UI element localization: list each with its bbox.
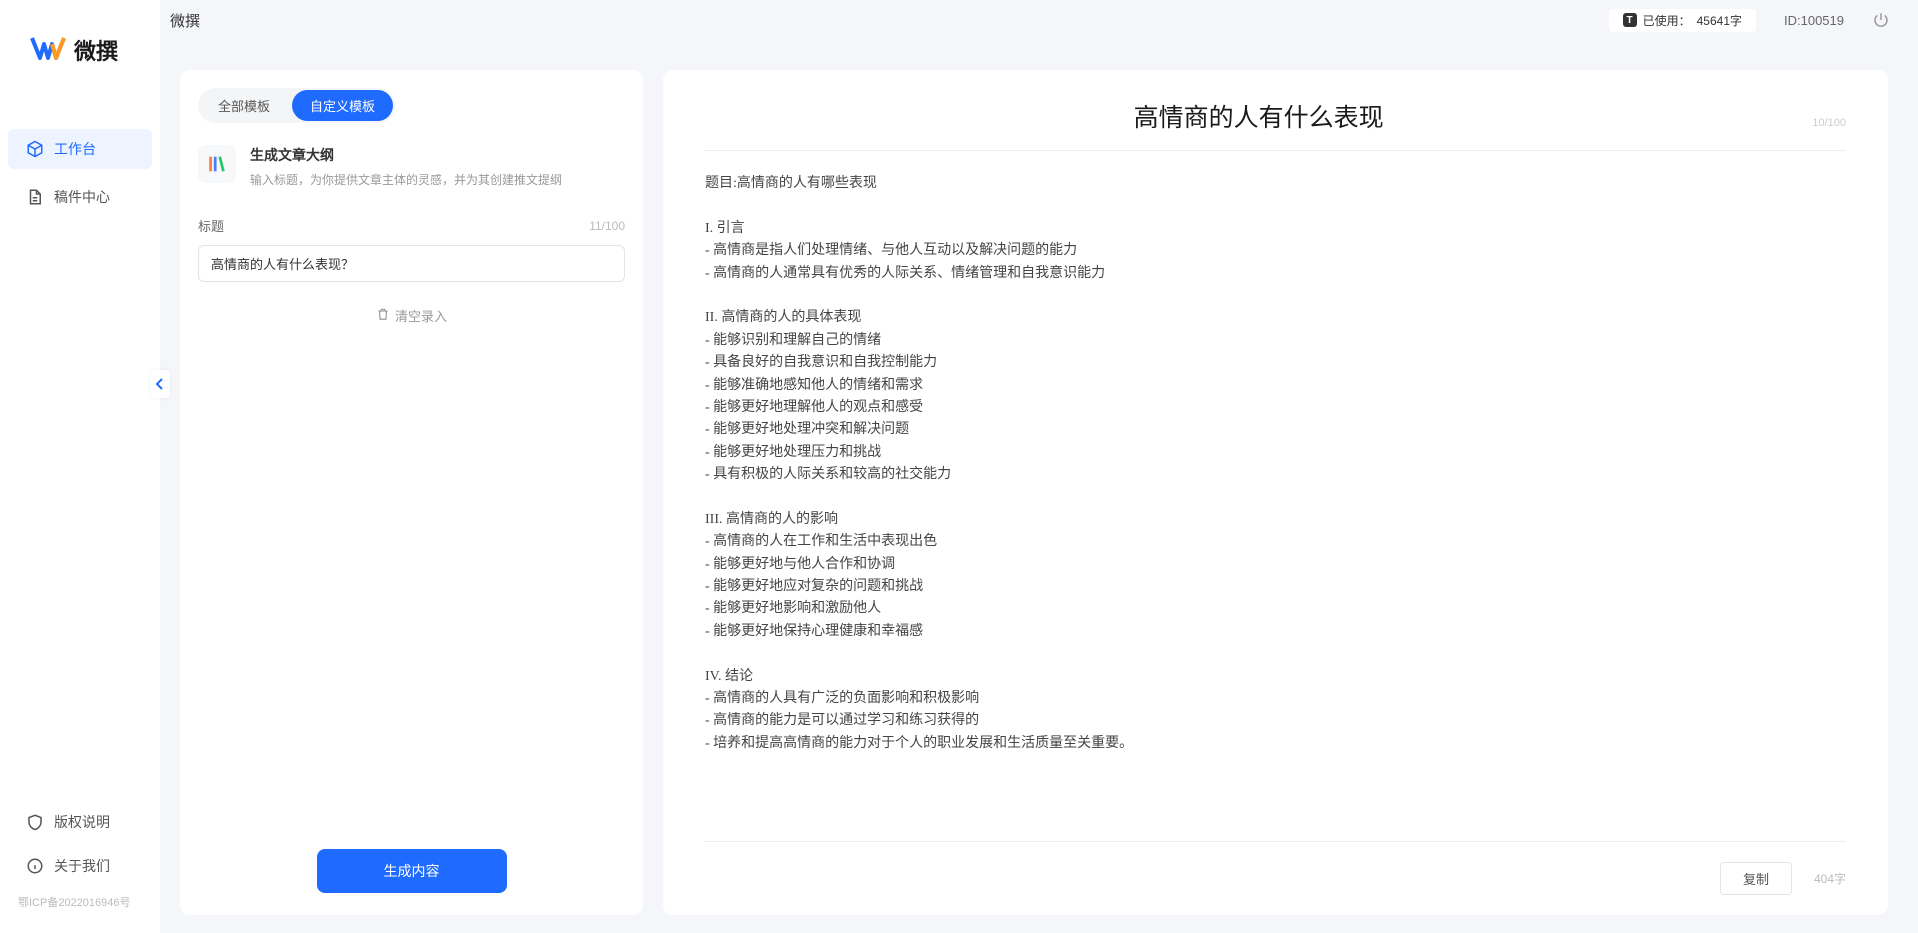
clear-button[interactable]: 清空录入 bbox=[198, 306, 625, 325]
sidebar-collapse-handle[interactable] bbox=[150, 370, 170, 398]
usage-label: 已使用： bbox=[1643, 12, 1691, 29]
user-id: ID:100519 bbox=[1784, 13, 1844, 28]
word-count: 404字 bbox=[1814, 870, 1846, 887]
sidebar-item-copyright[interactable]: 版权说明 bbox=[8, 802, 152, 842]
logo-icon bbox=[30, 30, 66, 69]
tab-custom-templates[interactable]: 自定义模板 bbox=[292, 90, 393, 121]
template-card: 生成文章大纲 输入标题，为你提供文章主体的灵感，并为其创建推文提纲 bbox=[198, 145, 625, 188]
doc-icon bbox=[26, 188, 44, 206]
title-input[interactable] bbox=[198, 245, 625, 282]
tab-all-templates[interactable]: 全部模板 bbox=[200, 90, 288, 121]
document-title[interactable]: 高情商的人有什么表现 bbox=[705, 98, 1812, 134]
sidebar: 微撰 工作台 稿件中心 版权说明 bbox=[0, 0, 160, 933]
doc-footer: 复制 404字 bbox=[705, 841, 1846, 895]
sidebar-item-label: 工作台 bbox=[54, 139, 96, 159]
main-area: 微撰 T 已使用： 45641字 ID:100519 全部模板 自定义模 bbox=[160, 0, 1918, 933]
document-body[interactable]: 题目:高情商的人有哪些表现 I. 引言 - 高情商是指人们处理情绪、与他人互动以… bbox=[705, 173, 1846, 841]
usage-value: 45641字 bbox=[1697, 12, 1742, 29]
clear-label: 清空录入 bbox=[395, 306, 447, 325]
title-field-header: 标题 11/100 bbox=[198, 216, 625, 235]
template-icon bbox=[198, 145, 236, 183]
usage-chip[interactable]: T 已使用： 45641字 bbox=[1609, 9, 1756, 32]
output-panel: 高情商的人有什么表现 10/100 题目:高情商的人有哪些表现 I. 引言 - … bbox=[663, 70, 1888, 915]
topbar: 微撰 T 已使用： 45641字 ID:100519 bbox=[160, 0, 1918, 40]
info-icon bbox=[26, 857, 44, 875]
icp-text: 鄂ICP备2022016946号 bbox=[0, 890, 160, 918]
copy-button[interactable]: 复制 bbox=[1720, 862, 1792, 895]
doc-title-row: 高情商的人有什么表现 10/100 bbox=[705, 98, 1846, 151]
template-info: 生成文章大纲 输入标题，为你提供文章主体的灵感，并为其创建推文提纲 bbox=[250, 145, 625, 188]
topbar-right: T 已使用： 45641字 ID:100519 bbox=[1609, 9, 1890, 32]
sidebar-item-label: 版权说明 bbox=[54, 812, 110, 832]
generate-button[interactable]: 生成内容 bbox=[317, 849, 507, 893]
sidebar-item-label: 关于我们 bbox=[54, 856, 110, 876]
content-row: 全部模板 自定义模板 生成文章大纲 输入标题，为你提供文章主体的灵感，并为其创建… bbox=[160, 40, 1918, 933]
document-title-count: 10/100 bbox=[1812, 117, 1846, 129]
shield-icon bbox=[26, 813, 44, 831]
sidebar-nav: 工作台 稿件中心 bbox=[0, 129, 160, 802]
sidebar-item-about[interactable]: 关于我们 bbox=[8, 846, 152, 886]
power-button[interactable] bbox=[1872, 11, 1890, 29]
template-tabs: 全部模板 自定义模板 bbox=[198, 88, 395, 123]
brand-logo: 微撰 bbox=[0, 30, 160, 129]
brand-name: 微撰 bbox=[74, 34, 118, 66]
sidebar-footer: 版权说明 关于我们 鄂ICP备2022016946号 bbox=[0, 802, 160, 933]
sidebar-item-drafts[interactable]: 稿件中心 bbox=[8, 177, 152, 217]
text-icon: T bbox=[1623, 13, 1637, 27]
app-root: 微撰 工作台 稿件中心 版权说明 bbox=[0, 0, 1918, 933]
cube-icon bbox=[26, 140, 44, 158]
title-field-count: 11/100 bbox=[589, 219, 625, 233]
title-field-label: 标题 bbox=[198, 216, 224, 235]
trash-icon bbox=[376, 307, 390, 324]
input-panel: 全部模板 自定义模板 生成文章大纲 输入标题，为你提供文章主体的灵感，并为其创建… bbox=[180, 70, 643, 915]
sidebar-item-workbench[interactable]: 工作台 bbox=[8, 129, 152, 169]
page-title: 微撰 bbox=[170, 10, 200, 31]
template-desc: 输入标题，为你提供文章主体的灵感，并为其创建推文提纲 bbox=[250, 171, 625, 188]
sidebar-item-label: 稿件中心 bbox=[54, 187, 110, 207]
template-title: 生成文章大纲 bbox=[250, 145, 625, 165]
